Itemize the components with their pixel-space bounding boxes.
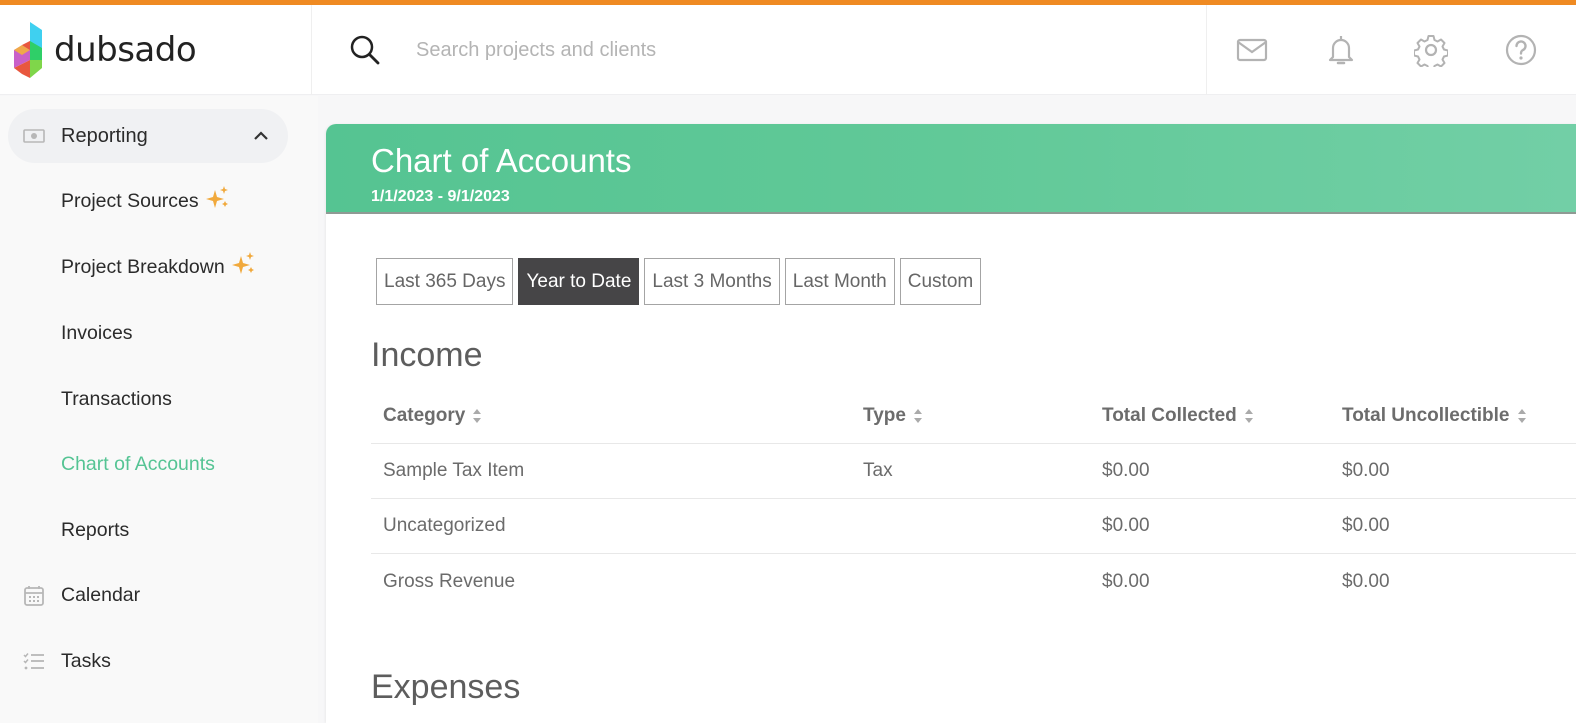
sidebar-item-transactions[interactable]: Transactions: [61, 388, 172, 411]
sidebar-item-project-sources[interactable]: Project Sources: [61, 185, 230, 213]
sidebar-item-label: Invoices: [61, 322, 133, 344]
header-icons: [1206, 5, 1576, 95]
cell-category: Gross Revenue: [383, 570, 516, 592]
mail-icon[interactable]: [1235, 33, 1269, 67]
sparkle-icon: [231, 251, 254, 274]
cell-type: Tax: [863, 460, 893, 481]
cell-total-collected: $0.00: [1102, 460, 1150, 481]
cell-total-collected: $0.00: [1102, 515, 1150, 536]
sidebar-item-reports[interactable]: Reports: [61, 519, 129, 542]
cell-total-uncollectible: $0.00: [1342, 515, 1390, 536]
sparkle-icon: [205, 185, 228, 208]
sidebar-item-label: Tasks: [61, 650, 111, 672]
range-last-month-button[interactable]: Last Month: [784, 258, 895, 305]
tasks-icon: [23, 653, 44, 670]
sidebar-item-label: Reporting: [61, 124, 148, 147]
cell-total-collected: $0.00: [1102, 570, 1150, 592]
chevron-up-icon[interactable]: [253, 131, 269, 141]
sidebar-item-label: Project Sources: [61, 190, 199, 212]
sidebar-item-project-breakdown[interactable]: Project Breakdown: [61, 251, 256, 279]
sidebar-item-invoices[interactable]: Invoices: [61, 322, 133, 345]
date-range: 1/1/2023 - 9/1/2023: [371, 188, 510, 205]
brand-name: dubsado: [54, 30, 197, 70]
table-row: Uncategorized $0.00 $0.00: [371, 499, 1576, 554]
gear-icon[interactable]: [1414, 33, 1448, 67]
search-bar: [312, 5, 1206, 95]
column-header-type[interactable]: Type: [863, 388, 923, 443]
sort-icon: [1517, 408, 1526, 423]
bell-icon[interactable]: [1324, 33, 1358, 67]
sidebar-item-chart-of-accounts[interactable]: Chart of Accounts: [61, 453, 215, 476]
range-last-3-months-button[interactable]: Last 3 Months: [644, 258, 780, 305]
cell-category: Sample Tax Item: [383, 460, 525, 481]
column-header-total-collected[interactable]: Total Collected: [1102, 388, 1254, 443]
income-heading: Income: [371, 336, 483, 374]
help-icon[interactable]: [1504, 33, 1538, 67]
sort-icon: [473, 408, 482, 423]
sidebar-item-label: Project Breakdown: [61, 256, 225, 278]
main-content: Chart of Accounts 1/1/2023 - 9/1/2023 La…: [326, 124, 1576, 723]
table-row: Gross Revenue $0.00 $0.00: [371, 554, 1576, 609]
search-icon[interactable]: [348, 33, 382, 67]
cell-total-uncollectible: $0.00: [1342, 570, 1390, 592]
page-title: Chart of Accounts: [371, 142, 632, 179]
sidebar-item-label: Reports: [61, 519, 130, 541]
range-custom-button[interactable]: Custom: [899, 258, 982, 305]
sort-icon: [913, 408, 922, 423]
cell-total-uncollectible: $0.00: [1342, 460, 1390, 481]
range-last-365-days-button[interactable]: Last 365 Days: [376, 258, 514, 305]
table-row: Sample Tax Item Tax $0.00 $0.00: [371, 444, 1576, 499]
page-banner: Chart of Accounts 1/1/2023 - 9/1/2023: [326, 124, 1576, 214]
table-header-row: Category Type Total Collected Total Unco…: [371, 388, 1576, 444]
sidebar-item-calendar[interactable]: Calendar: [61, 584, 140, 607]
date-range-selector: Last 365 Days Year to Date Last 3 Months…: [376, 258, 986, 305]
column-header-category[interactable]: Category: [383, 388, 482, 443]
sidebar-item-tasks[interactable]: Tasks: [61, 650, 111, 673]
sidebar-item-label: Calendar: [61, 584, 141, 606]
range-year-to-date-button[interactable]: Year to Date: [518, 258, 640, 305]
logo[interactable]: dubsado: [0, 5, 312, 95]
calendar-icon: [24, 586, 44, 606]
cell-category: Uncategorized: [383, 515, 506, 536]
sort-icon: [1244, 408, 1253, 423]
search-input[interactable]: [416, 38, 1116, 62]
sidebar: Reporting Project Sources Project Breakd…: [0, 96, 318, 723]
money-icon: [23, 129, 45, 143]
sidebar-item-reporting[interactable]: Reporting: [8, 109, 288, 163]
app-header: dubsado: [0, 5, 1576, 95]
expenses-heading: Expenses: [371, 668, 521, 706]
column-header-total-uncollectible[interactable]: Total Uncollectible: [1342, 388, 1527, 443]
sidebar-item-label: Transactions: [61, 388, 172, 410]
dubsado-logo-icon: [14, 22, 42, 78]
income-table: Category Type Total Collected Total Unco…: [371, 388, 1576, 609]
sidebar-item-label: Chart of Accounts: [61, 453, 215, 475]
